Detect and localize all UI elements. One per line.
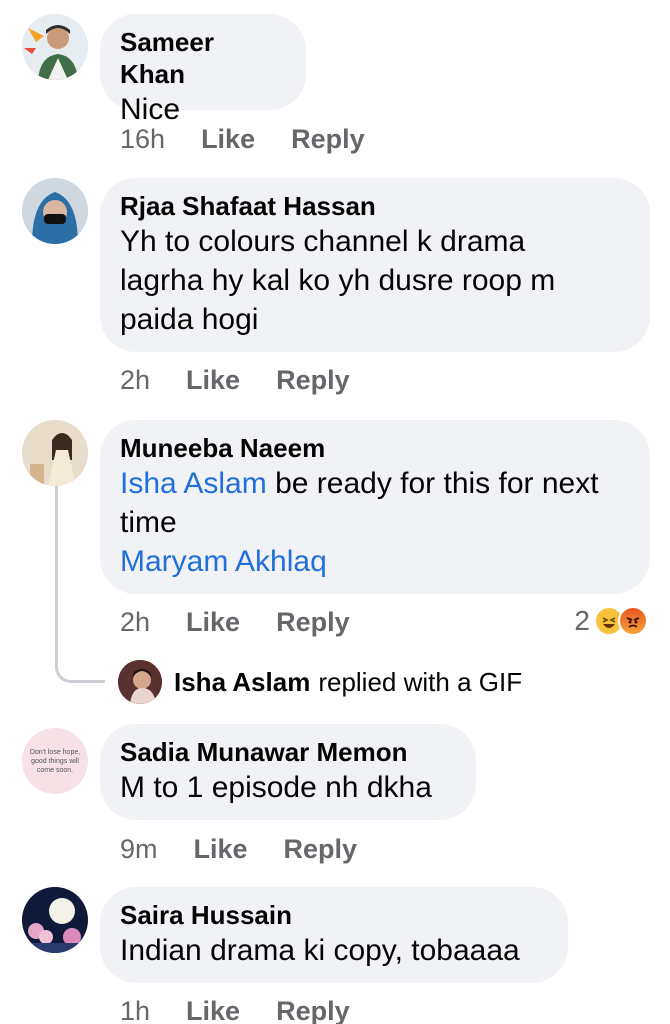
commenter-name[interactable]: Sameer Khan [120,26,286,90]
commenter-name[interactable]: Muneeba Naeem [120,432,630,464]
reply-author-name[interactable]: Isha Aslam [174,667,310,698]
comment-text-line: time [120,506,177,539]
comment-text: M to 1 episode nh dkha [120,771,432,804]
mention-link[interactable]: Maryam Akhlaq [120,542,630,581]
comment-actions: 1h Like Reply [120,993,386,1024]
comment-time[interactable]: 16h [120,124,165,155]
comment-actions: 2h Like Reply [120,362,386,398]
reply-button[interactable]: Reply [276,607,350,638]
avatar[interactable] [22,178,88,244]
thread-connector-line [55,465,105,683]
avatar[interactable] [22,887,88,953]
comment-text-line: paida hogi [120,303,259,336]
comment-time[interactable]: 1h [120,996,150,1024]
comment-actions: 16h Like Reply [120,121,401,157]
commenter-name[interactable]: Sadia Munawar Memon [120,736,456,768]
avatar[interactable] [22,420,88,486]
comment-actions: 2h Like Reply [120,604,386,640]
gif-reply-summary[interactable]: Isha Aslam replied with a GIF [118,660,522,704]
comment-text-line: Yh to colours channel k drama [120,225,526,258]
reply-button[interactable]: Reply [291,124,365,155]
like-button[interactable]: Like [186,996,240,1024]
like-button[interactable]: Like [194,834,248,865]
avatar[interactable] [22,14,88,80]
reaction-count: 2 [574,605,590,636]
like-button[interactable]: Like [186,365,240,396]
reply-button[interactable]: Reply [276,365,350,396]
comment-text-line: lagrha hy kal ko yh dusre roop m [120,264,556,297]
comment-time[interactable]: 2h [120,365,150,396]
comment-bubble: Sameer Khan Nice [100,14,306,126]
comment-bubble: Sadia Munawar Memon M to 1 episode nh dk… [100,724,476,820]
reply-description: replied with a GIF [318,666,523,697]
reply-button[interactable]: Reply [284,834,358,865]
comment-text: Indian drama ki copy, tobaaaa [120,934,520,967]
reply-button[interactable]: Reply [276,996,350,1024]
comment-time[interactable]: 2h [120,607,150,638]
like-button[interactable]: Like [186,607,240,638]
comment-bubble: Saira Hussain Indian drama ki copy, toba… [100,887,568,983]
comment-actions: 9m Like Reply [120,831,393,867]
comment-text-line: Isha Aslam be ready for this for next [120,464,630,503]
comment-bubble: Muneeba Naeem Isha Aslam be ready for th… [100,420,650,594]
avatar[interactable]: Don't lose hope, good things will come s… [22,728,88,794]
commenter-name[interactable]: Rjaa Shafaat Hassan [120,190,630,222]
comment-text: be ready for this for next [266,467,599,500]
angry-icon [618,606,648,636]
reaction-summary[interactable]: 2 [574,605,648,637]
commenter-name[interactable]: Saira Hussain [120,899,548,931]
avatar[interactable] [118,660,162,704]
like-button[interactable]: Like [201,124,255,155]
comment-bubble: Rjaa Shafaat Hassan Yh to colours channe… [100,178,650,352]
avatar-quote-text: Don't lose hope, good things will come s… [29,748,81,774]
mention-link[interactable]: Isha Aslam [120,467,267,500]
comment-time[interactable]: 9m [120,834,158,865]
